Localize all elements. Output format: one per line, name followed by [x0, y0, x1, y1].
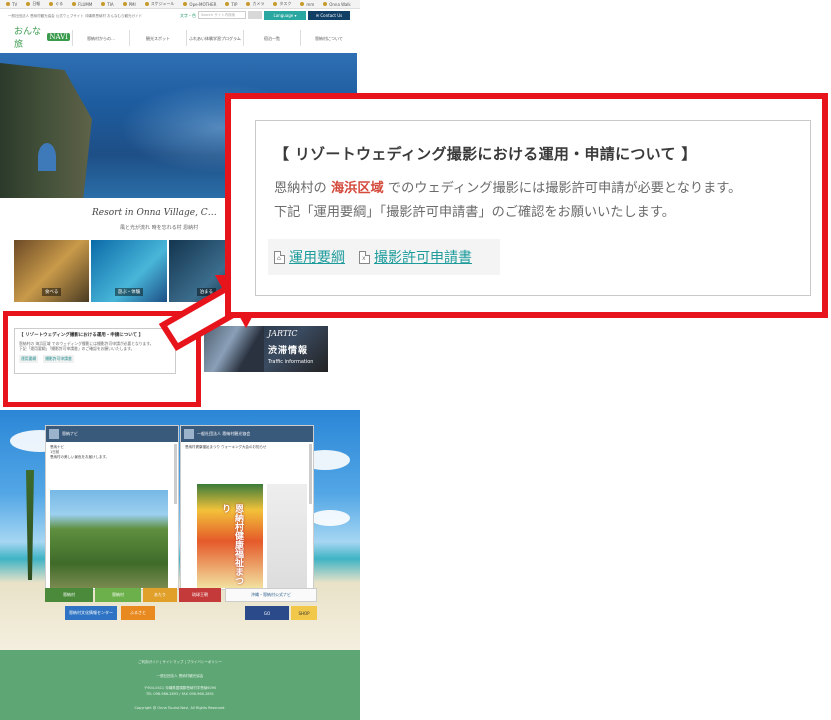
facebook-feed-right[interactable]: 一般社団法人 恩納村観光協会 恩納村健康福祉まつり ウォーキング大会のお知らせ … [180, 425, 314, 590]
footer-org: 一般社団法人 恩納村観光協会 [156, 674, 204, 678]
search-button[interactable] [248, 11, 262, 19]
fb-header: 一般社団法人 恩納村観光協会 [181, 426, 313, 442]
facebook-feed-left[interactable]: 恩納ナビ 恩納ナビ 1日前 恩納村の美しい景色をお届けします。 [45, 425, 179, 590]
bookmark-item[interactable]: Ope-MOTHER [183, 2, 216, 7]
partner-banner[interactable]: 沖縄・恩納村公式ナビ [225, 588, 317, 602]
bookmark-item[interactable]: mm [300, 2, 314, 7]
fb-post-poster[interactable]: 恩納村健康福祉まつり [197, 484, 263, 588]
hero-arch [38, 143, 56, 171]
partner-banner[interactable]: 恩納村 [45, 588, 93, 602]
partner-banner[interactable]: あたり [143, 588, 177, 602]
traffic-info-banner[interactable]: JARTIC 渋滞情報 Traffic information [204, 326, 328, 372]
bookmark-item[interactable]: FLUMM [72, 2, 92, 7]
traffic-subtitle: Traffic information [268, 359, 314, 365]
category-tiles: 食べる 遊ぶ・体験 泊まる [14, 240, 244, 302]
bookmark-item[interactable]: スケジュール [144, 1, 174, 7]
jartic-logo: JARTIC [268, 329, 298, 338]
site-logo[interactable]: おんな旅 NAVI [14, 27, 70, 50]
zoom-callout: 【 リゾートウェディング撮影における運用・申請について 】 恩納村の 海浜区域 … [225, 93, 828, 318]
bookmark-item[interactable]: TV [6, 2, 17, 7]
text-size-control[interactable]: 文字・色 [180, 13, 196, 19]
palm-tree [26, 470, 34, 580]
notice-links: ⌂ 運用要綱 x 撮影許可申請書 [268, 239, 500, 275]
tile-label: 泊まる [196, 288, 217, 296]
nav-item[interactable]: 観光スポット [129, 30, 186, 46]
tile-label: 遊ぶ・体験 [114, 288, 144, 296]
nav-item[interactable]: 恩納村からの… [72, 30, 129, 46]
wedding-notice-panel: 【 リゾートウェディング撮影における運用・申請について 】 恩納村の 海浜区域 … [255, 120, 811, 296]
fb-page-name: 一般社団法人 恩納村観光協会 [197, 431, 251, 436]
fb-post-image[interactable] [50, 490, 168, 588]
notice-line-1: 恩納村の 海浜区域 でのウェディング撮影には撮影許可申請が必要となります。 [274, 177, 741, 201]
bookmark-item[interactable]: TIP [225, 2, 237, 7]
bookmark-item[interactable]: 日報 [26, 1, 40, 7]
footer-address: 〒904-0411 沖縄県国頭郡恩納村字恩納6090 [143, 686, 217, 690]
topbar-text: 一般社団法人 恩納村観光協会 公式ウェブサイト 沖縄県恩納村 おんなむら観光ガイ… [8, 13, 142, 18]
hero-cliff [0, 63, 92, 198]
fb-page-name: 恩納ナビ [62, 431, 78, 436]
screenshot-canvas: TV 日報 ぐる FLUMM TIA PMI スケジュール Ope-MOTHER… [0, 0, 831, 720]
bookmark-item[interactable]: タスク [273, 1, 291, 7]
application-form-link-label: 撮影許可申請書 [374, 250, 472, 266]
bookmark-item[interactable]: Onna Walk [323, 2, 351, 7]
notice-title: 【 リゾートウェディング撮影における運用・申請について 】 [274, 145, 697, 163]
fb-scrollbar[interactable] [174, 444, 177, 504]
bookmark-item[interactable]: PMI [122, 2, 136, 7]
poster-text: 恩納村健康福祉まつり [220, 504, 243, 585]
excel-file-icon: x [359, 250, 370, 264]
hero-tagline: Resort in Onna Village, C… [92, 208, 217, 218]
traffic-photo [204, 326, 264, 372]
fb-post-text: 恩納村の美しい景色をお届けします。 [50, 455, 110, 459]
category-tile[interactable]: 遊ぶ・体験 [91, 240, 167, 302]
partner-banner[interactable]: ふるさと [121, 606, 155, 620]
fb-post-document[interactable] [267, 484, 307, 588]
nav-item[interactable]: ふれあい体験学習プログラム [186, 30, 243, 46]
partner-banner[interactable]: 琉球王朝 [179, 588, 221, 602]
footer-tel: TEL 098-966-2893 / FAX 098-966-2891 [145, 692, 214, 696]
notice-body: 恩納村の 海浜区域 でのウェディング撮影には撮影許可申請が必要となります。 下記… [274, 177, 741, 225]
logo-tag: NAVI [47, 33, 70, 41]
hero-subline: 風と光が流れ 時を忘れる村 恩納村 [120, 225, 199, 231]
traffic-title: 渋滞情報 [268, 346, 309, 356]
footer-copyright: Copyright @ Onna Tourist Navi, All Right… [134, 706, 226, 710]
line1-prefix: 恩納村の [274, 181, 331, 196]
contact-button[interactable]: ✉ Contact Us [308, 11, 350, 20]
partner-banners: 恩納村 恩納村 あたり 沖縄・恩納村公式ナビ 恩納村文化情報センター ふるさと … [45, 588, 325, 638]
fb-scrollbar[interactable] [309, 444, 312, 504]
guidelines-link[interactable]: ⌂ 運用要綱 [274, 247, 345, 267]
site-header: おんな旅 NAVI 恩納村からの… 観光スポット ふれあい体験学習プログラム 宿… [0, 24, 360, 52]
guidelines-link-label: 運用要綱 [289, 250, 345, 266]
partner-banner[interactable]: SHOP [291, 606, 317, 620]
highlight-frame [3, 311, 201, 407]
cloud [310, 510, 350, 526]
notice-line-2: 下記「運用要綱」「撮影許可申請書」のご確認をお願いいたします。 [274, 205, 675, 220]
site-footer: ご利用ガイド | サイトマップ | プライバシーポリシー 一般社団法人 恩納村観… [0, 650, 360, 720]
bookmark-item[interactable]: ぐる [49, 1, 63, 7]
line1-suffix: でのウェディング撮影には撮影許可申請が必要となります。 [383, 181, 742, 196]
fb-post-text: 恩納村健康福祉まつり ウォーキング大会のお知らせ [185, 445, 267, 449]
footer-links[interactable]: ご利用ガイド | サイトマップ | プライバシーポリシー [0, 660, 360, 665]
partner-banner[interactable]: 恩納村 [95, 588, 141, 602]
nav-item[interactable]: 宿泊一覧 [243, 30, 300, 46]
application-form-link[interactable]: x 撮影許可申請書 [359, 247, 472, 267]
bookmark-item[interactable]: カメラ [246, 1, 264, 7]
partner-banner[interactable]: GO [245, 606, 289, 620]
category-tile[interactable]: 食べる [14, 240, 90, 302]
site-topbar: 一般社団法人 恩納村観光協会 公式ウェブサイト 沖縄県恩納村 おんなむら観光ガイ… [0, 10, 360, 22]
pdf-file-icon: ⌂ [274, 250, 285, 264]
bookmarks-bar: TV 日報 ぐる FLUMM TIA PMI スケジュール Ope-MOTHER… [0, 0, 360, 9]
search-input[interactable]: Search サイト内検索 [198, 11, 246, 19]
logo-text: おんな旅 [14, 27, 42, 50]
nav-item[interactable]: 恩納村について [300, 30, 357, 46]
fb-post-meta: 恩納ナビ 1日前 恩納村の美しい景色をお届けします。 [46, 442, 178, 463]
main-nav: 恩納村からの… 観光スポット ふれあい体験学習プログラム 宿泊一覧 恩納村につい… [72, 30, 357, 46]
partner-banner[interactable]: 恩納村文化情報センター [65, 606, 117, 620]
beach-area-highlight: 海浜区域 [330, 181, 384, 196]
language-button[interactable]: Language ▾ [264, 11, 306, 20]
tile-label: 食べる [41, 288, 62, 296]
bookmark-item[interactable]: TIA [101, 2, 114, 7]
fb-header: 恩納ナビ [46, 426, 178, 442]
